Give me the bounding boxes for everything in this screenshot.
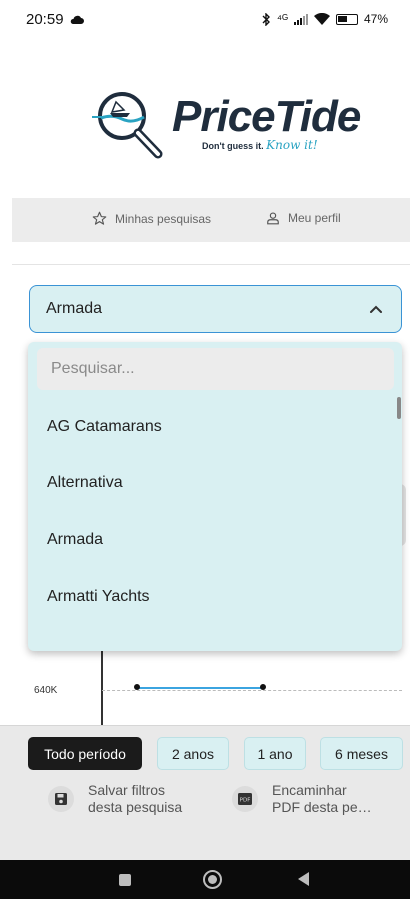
wifi-icon xyxy=(313,13,330,25)
forward-pdf-line1: Encaminhar xyxy=(272,782,347,798)
tagline-text: Don't guess it. xyxy=(202,141,264,151)
save-filters-line1: Salvar filtros xyxy=(88,782,166,798)
nav-my-profile[interactable]: Meu perfil xyxy=(266,211,341,225)
home-icon[interactable] xyxy=(203,870,222,889)
svg-text:PDF: PDF xyxy=(240,798,251,804)
magnifier-boat-icon xyxy=(92,92,163,159)
chart-point-start xyxy=(134,684,140,690)
brand-dropdown-panel: AG Catamarans Alternativa Armada Armatti… xyxy=(28,342,402,651)
network-type: ⁴ᴳ xyxy=(276,12,288,26)
chart-y-axis xyxy=(101,640,103,730)
brand-select[interactable]: Armada xyxy=(29,285,402,333)
nav-my-profile-label: Meu perfil xyxy=(288,211,341,225)
status-left: 20:59 xyxy=(26,11,84,28)
dropdown-search-input[interactable] xyxy=(37,348,394,390)
chart-point-end xyxy=(260,684,266,690)
signal-icon xyxy=(293,13,308,25)
pdf-icon: PDF xyxy=(232,786,258,812)
forward-pdf-label: Encaminhar PDF desta pe… xyxy=(272,782,372,816)
nav-my-searches-label: Minhas pesquisas xyxy=(115,211,212,226)
chevron-up-icon xyxy=(370,305,382,313)
period-1-year-button[interactable]: 1 ano xyxy=(244,737,306,770)
status-right: ⁴ᴳ 47% xyxy=(262,12,388,26)
dropdown-option[interactable]: Armatti Yachts xyxy=(28,569,388,625)
recents-icon[interactable] xyxy=(119,874,131,886)
forward-pdf-action[interactable]: PDF Encaminhar PDF desta pe… xyxy=(232,782,372,816)
logo-wordmark: PriceTide xyxy=(172,92,361,141)
save-icon xyxy=(48,786,74,812)
system-nav-bar xyxy=(0,860,410,899)
back-icon[interactable] xyxy=(298,872,309,886)
save-filters-action[interactable]: Salvar filtros desta pesquisa xyxy=(48,782,182,816)
app-logo: PriceTide Don't guess it. Know it! xyxy=(92,86,361,176)
chart-y-tick-label: 640K xyxy=(34,685,58,696)
period-all-button[interactable]: Todo período xyxy=(28,737,142,770)
save-filters-line2: desta pesquisa xyxy=(88,799,183,815)
dropdown-scrollbar[interactable] xyxy=(397,397,401,419)
bottom-filter-panel: Todo período 2 anos 1 ano 6 meses Salvar… xyxy=(0,725,410,860)
section-divider xyxy=(12,264,410,265)
logo-tagline: Don't guess it. Know it! xyxy=(202,138,318,152)
dropdown-option[interactable]: Armada xyxy=(28,512,388,568)
star-icon xyxy=(92,211,107,225)
person-icon xyxy=(267,212,279,225)
save-filters-label: Salvar filtros desta pesquisa xyxy=(88,782,182,816)
battery-level: 47% xyxy=(363,12,388,26)
cloud-icon xyxy=(70,15,84,24)
forward-pdf-line2: PDF desta pe… xyxy=(272,799,372,815)
dropdown-option[interactable]: AG Catamarans xyxy=(28,399,388,455)
status-time: 20:59 xyxy=(26,10,64,28)
period-2-years-button[interactable]: 2 anos xyxy=(157,737,229,770)
period-6-months-button[interactable]: 6 meses xyxy=(320,737,403,770)
top-nav: Minhas pesquisas Meu perfil xyxy=(12,198,410,242)
status-bar: 20:59 ⁴ᴳ 47% xyxy=(0,0,410,38)
chart-price-line xyxy=(137,687,263,689)
battery-icon xyxy=(335,13,358,25)
chart-gridline xyxy=(102,690,402,691)
bluetooth-icon xyxy=(262,12,270,26)
nav-my-searches[interactable]: Minhas pesquisas xyxy=(92,211,211,226)
brand-select-value: Armada xyxy=(46,300,103,317)
tagline-script: Know it! xyxy=(266,138,318,152)
dropdown-option[interactable]: Alternativa xyxy=(28,455,388,511)
